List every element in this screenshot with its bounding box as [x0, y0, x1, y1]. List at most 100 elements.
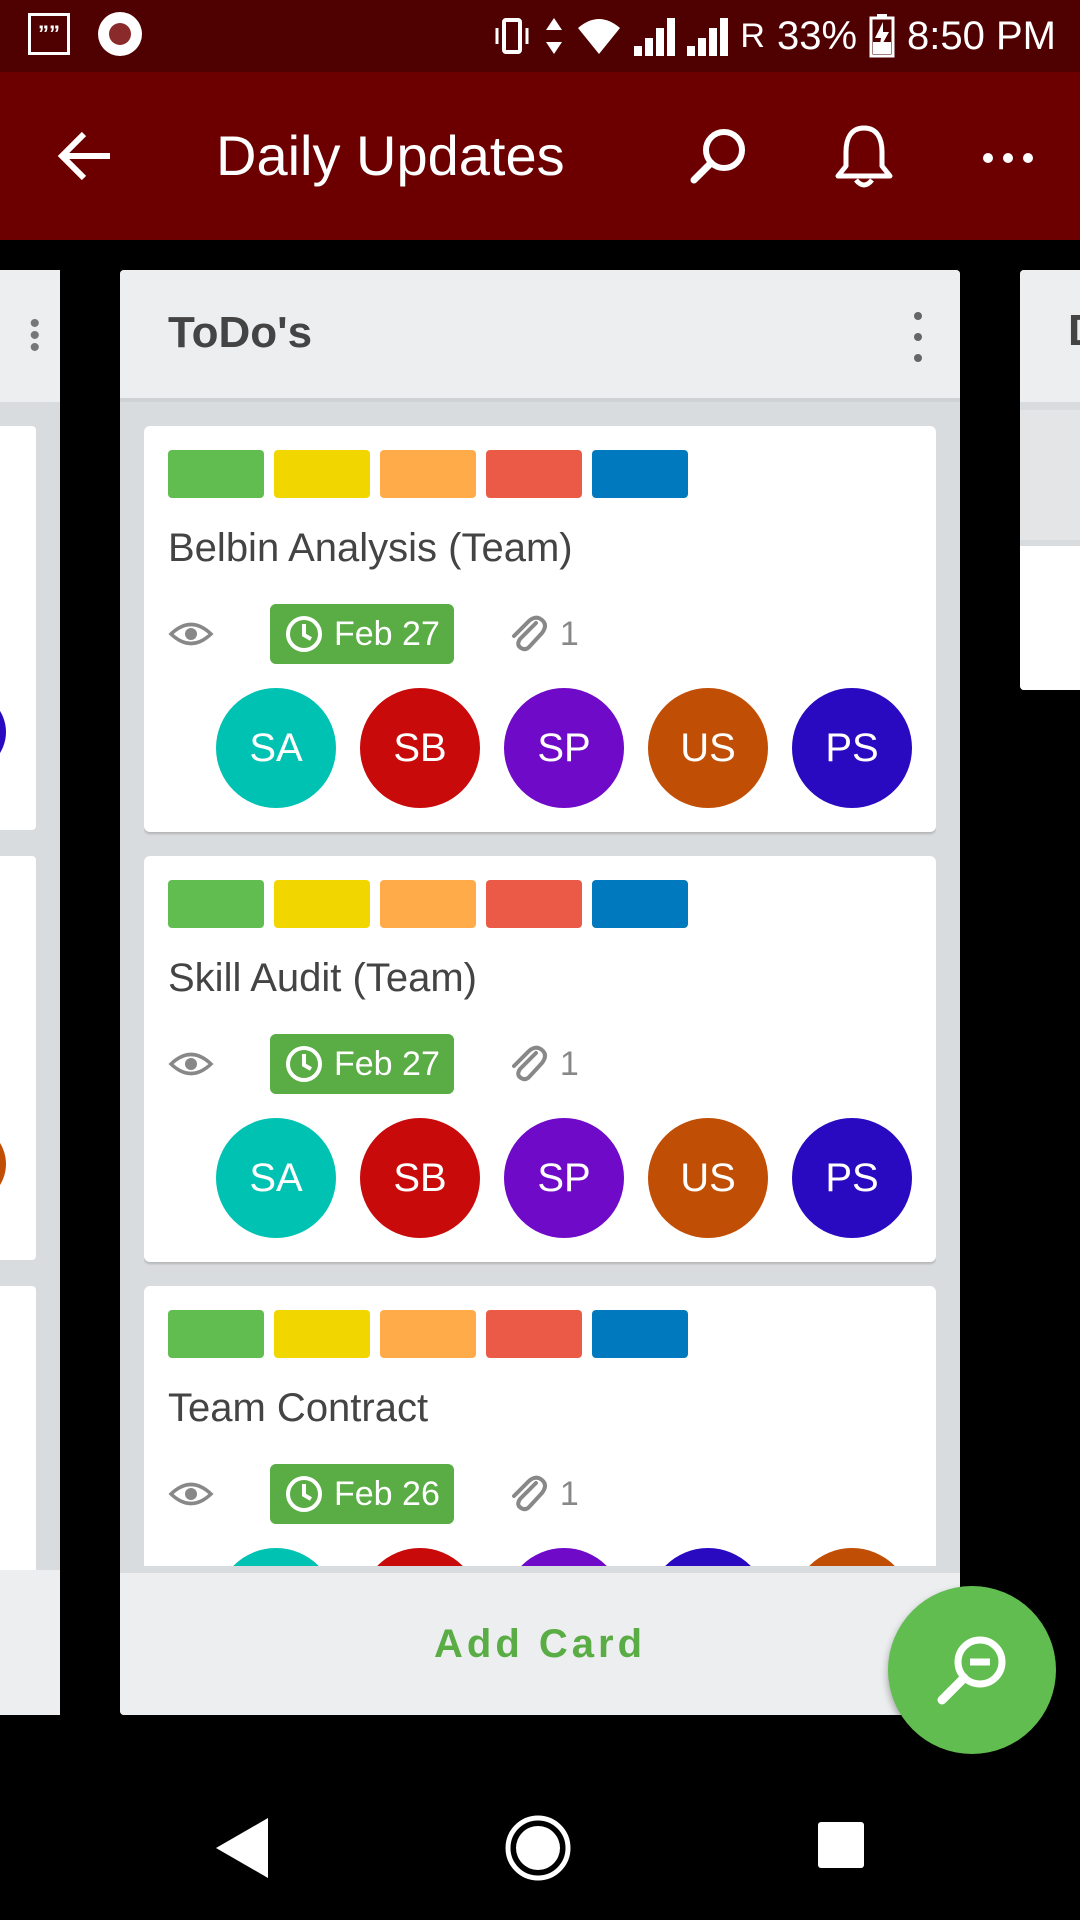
- due-date-badge: Feb 27: [270, 604, 454, 664]
- app-bar: Daily Updates: [0, 72, 1080, 240]
- due-date-text: Feb 27: [334, 1044, 440, 1083]
- back-arrow-icon[interactable]: [56, 126, 116, 186]
- due-date-badge: Feb 27: [270, 1034, 454, 1094]
- card-labels: [168, 880, 688, 928]
- clock: 8:50 PM: [907, 13, 1056, 58]
- clock-icon: [284, 1044, 324, 1084]
- paperclip-icon: [506, 1043, 548, 1085]
- watch-eye-icon: [168, 1041, 214, 1087]
- label-chip: [274, 450, 370, 498]
- card-badges: Feb 27 1: [168, 604, 579, 664]
- member-avatar[interactable]: SP: [504, 1118, 624, 1238]
- member-avatar[interactable]: [792, 1548, 912, 1566]
- board-title: Daily Updates: [216, 124, 565, 187]
- paperclip-icon: [506, 1473, 548, 1515]
- card-members: [216, 1548, 912, 1566]
- label-chip: [486, 880, 582, 928]
- card-labels: [168, 1310, 688, 1358]
- label-chip: [380, 1310, 476, 1358]
- label-chip: [168, 880, 264, 928]
- card-badges: Feb 26 1: [168, 1464, 579, 1524]
- card-fragment[interactable]: [0, 426, 36, 830]
- screen-record-icon: [98, 12, 142, 56]
- todo-list: ToDo's Belbin Analysis (Team) Feb 27 1 SA SB…: [120, 270, 960, 1715]
- card-title: Team Contract: [168, 1386, 429, 1430]
- notification-app-icon: ””: [28, 13, 70, 55]
- attachment-badge: 1: [506, 1473, 579, 1515]
- search-icon[interactable]: [686, 124, 750, 188]
- member-avatar[interactable]: PS: [792, 1118, 912, 1238]
- label-chip: [592, 1310, 688, 1358]
- attachment-count: 1: [559, 614, 579, 653]
- card-fragment[interactable]: [0, 856, 36, 1260]
- member-avatar[interactable]: SP: [504, 688, 624, 808]
- card-labels: [168, 450, 688, 498]
- member-avatar[interactable]: SB: [360, 688, 480, 808]
- card-members: SA SB SP US PS: [216, 1118, 912, 1238]
- label-chip: [486, 450, 582, 498]
- card-fragment[interactable]: [1020, 546, 1080, 690]
- member-avatar[interactable]: [360, 1548, 480, 1566]
- due-date-text: Feb 26: [334, 1474, 440, 1513]
- watch-eye-icon: [168, 611, 214, 657]
- card-title: Belbin Analysis (Team): [168, 526, 573, 570]
- list-title: ToDo's: [168, 308, 313, 357]
- bell-icon[interactable]: [832, 122, 896, 190]
- member-avatar[interactable]: [216, 1548, 336, 1566]
- card-members: SA SB SP US PS: [216, 688, 912, 808]
- attachment-badge: 1: [506, 1043, 579, 1085]
- wifi-icon: [578, 19, 621, 54]
- attachment-badge: 1: [506, 613, 579, 655]
- member-avatar[interactable]: [648, 1548, 768, 1566]
- next-list-title: D: [1020, 270, 1080, 402]
- clock-icon: [284, 614, 324, 654]
- card[interactable]: Skill Audit (Team) Feb 27 1 SA SB SP US PS: [144, 856, 936, 1262]
- roaming-indicator: R: [740, 16, 765, 55]
- more-horizontal-icon[interactable]: [980, 124, 1036, 188]
- member-avatar[interactable]: SA: [216, 688, 336, 808]
- list-header: ToDo's: [120, 270, 960, 402]
- member-avatar[interactable]: US: [648, 688, 768, 808]
- card-badges: Feb 27 1: [168, 1034, 579, 1094]
- label-chip: [274, 880, 370, 928]
- nav-back-icon[interactable]: [212, 1814, 272, 1882]
- system-nav-bar: [0, 1776, 1080, 1920]
- label-chip: [592, 880, 688, 928]
- list-menu-icon[interactable]: • • •: [29, 309, 40, 363]
- nav-recents-icon[interactable]: [818, 1822, 864, 1868]
- label-chip: [168, 450, 264, 498]
- watch-eye-icon: [168, 1471, 214, 1517]
- zoom-out-icon: [937, 1636, 1006, 1705]
- signal-icon: [634, 16, 676, 56]
- label-chip: [380, 880, 476, 928]
- nav-home-icon[interactable]: [504, 1814, 572, 1882]
- signal-icon: [687, 16, 729, 56]
- battery-icon: [869, 14, 895, 58]
- add-card-button[interactable]: Add Card: [120, 1573, 960, 1715]
- label-chip: [592, 450, 688, 498]
- label-chip: [168, 1310, 264, 1358]
- label-chip: [380, 450, 476, 498]
- status-bar: ”” R 33% 8:50 PM: [0, 0, 1080, 72]
- due-date-badge: Feb 26: [270, 1464, 454, 1524]
- zoom-out-button[interactable]: [888, 1586, 1056, 1754]
- label-chip: [486, 1310, 582, 1358]
- member-avatar[interactable]: PS: [792, 688, 912, 808]
- list-menu-icon[interactable]: [908, 312, 928, 362]
- member-avatar[interactable]: SB: [360, 1118, 480, 1238]
- paperclip-icon: [506, 613, 548, 655]
- member-avatar[interactable]: [504, 1548, 624, 1566]
- previous-list-fragment[interactable]: • • •: [0, 270, 60, 1715]
- member-avatar[interactable]: US: [648, 1118, 768, 1238]
- card[interactable]: Belbin Analysis (Team) Feb 27 1 SA SB SP US PS: [144, 426, 936, 832]
- due-date-text: Feb 27: [334, 614, 440, 653]
- card-list: Belbin Analysis (Team) Feb 27 1 SA SB SP US PS S…: [144, 426, 936, 1566]
- battery-percent: 33%: [776, 13, 858, 58]
- card[interactable]: Team Contract Feb 26 1: [144, 1286, 936, 1566]
- attachment-count: 1: [559, 1474, 579, 1513]
- attachment-count: 1: [559, 1044, 579, 1083]
- label-chip: [274, 1310, 370, 1358]
- next-list-fragment[interactable]: D: [1020, 270, 1080, 690]
- card-fragment[interactable]: [0, 1286, 36, 1586]
- member-avatar[interactable]: SA: [216, 1118, 336, 1238]
